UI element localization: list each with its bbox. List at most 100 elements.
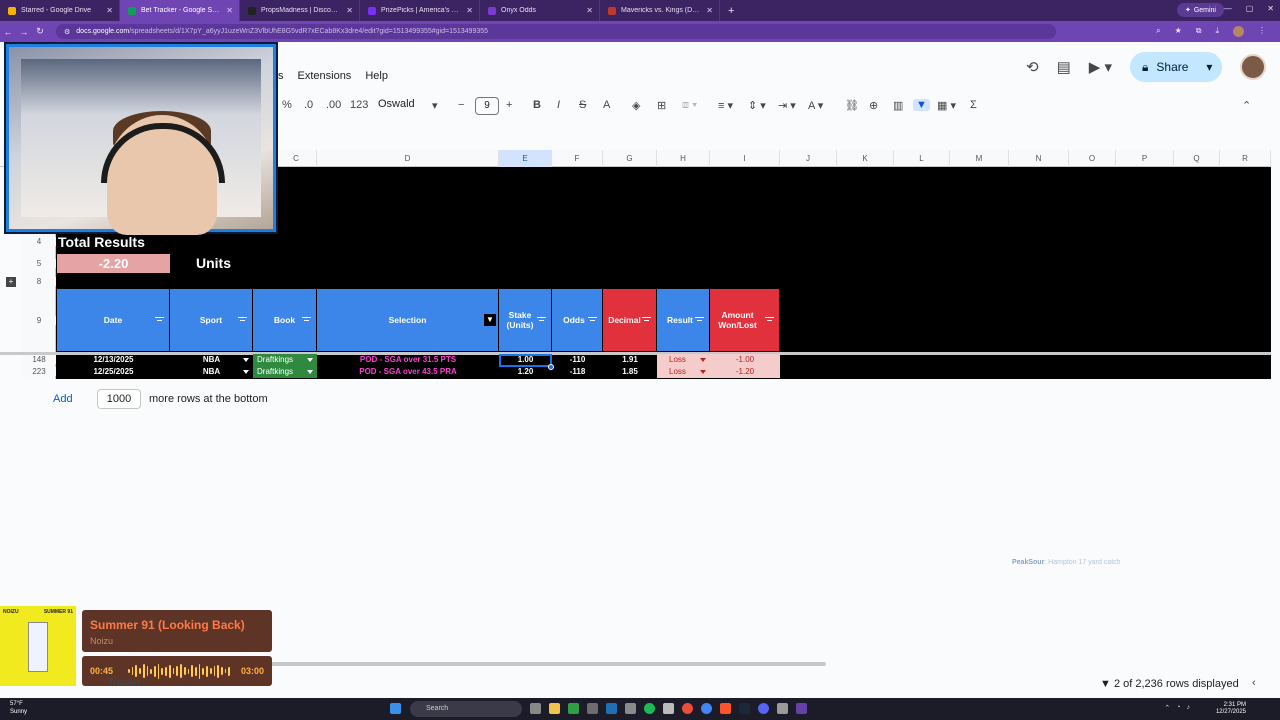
maximize-icon[interactable]: ▢ — [1246, 4, 1254, 13]
column-header-p[interactable]: P — [1116, 150, 1174, 167]
filter-icon[interactable] — [238, 317, 247, 323]
app-icon[interactable] — [587, 703, 598, 714]
strikethrough-icon[interactable]: S — [579, 99, 586, 111]
stake-cell[interactable]: 1.20 — [499, 366, 552, 378]
app-icon[interactable] — [777, 703, 788, 714]
header-amount[interactable]: Amount Won/Lost — [710, 289, 780, 351]
column-header-k[interactable]: K — [837, 150, 894, 167]
filter-icon[interactable] — [765, 317, 774, 323]
dropdown-arrow-icon[interactable] — [307, 358, 313, 362]
add-rows-button[interactable]: Add — [53, 393, 89, 405]
start-icon[interactable] — [390, 703, 401, 714]
percent-format-button[interactable]: % — [282, 99, 292, 111]
text-color-icon[interactable]: A — [603, 99, 610, 111]
add-rows-count-input[interactable]: 1000 — [97, 389, 141, 409]
column-header-q[interactable]: Q — [1174, 150, 1220, 167]
selection-cell[interactable]: POD - SGA over 31.5 PTS — [317, 354, 499, 366]
more-menu-icon[interactable]: ⋮ — [1258, 26, 1266, 37]
header-date[interactable]: Date — [57, 289, 170, 351]
menu-item[interactable]: Help — [365, 70, 388, 82]
filter-icon[interactable] — [155, 317, 164, 323]
fill-handle[interactable] — [548, 364, 554, 370]
header-result[interactable]: Result — [657, 289, 710, 351]
share-dropdown-icon[interactable]: ▾ — [1206, 60, 1212, 74]
browser-tab[interactable]: Bet Tracker - Google Sheets ✕ — [120, 0, 240, 21]
column-header-l[interactable]: L — [894, 150, 950, 167]
italic-icon[interactable]: I — [557, 99, 560, 111]
column-header-m[interactable]: M — [950, 150, 1009, 167]
filter-icon[interactable] — [302, 317, 311, 323]
url-field[interactable]: ⚙ docs.google.com/spreadsheets/d/1X7pY_a… — [56, 24, 1056, 39]
tray-expand-icon[interactable]: ⌃ — [1164, 704, 1170, 712]
row-number-9[interactable]: 9 — [22, 316, 56, 325]
user-avatar[interactable] — [1240, 54, 1266, 80]
filter-icon[interactable] — [695, 317, 704, 323]
new-tab-button[interactable]: + — [720, 5, 742, 17]
row-number-4[interactable]: 4 — [22, 237, 56, 246]
header-odds[interactable]: Odds — [552, 289, 603, 351]
app-icon[interactable] — [663, 703, 674, 714]
browser-tab[interactable]: Onyx Odds ✕ — [480, 0, 600, 21]
menu-item[interactable]: s — [278, 70, 284, 82]
site-info-icon[interactable]: ⚙ — [64, 28, 70, 36]
tab-close-icon[interactable]: ✕ — [106, 6, 113, 15]
more-formats-button[interactable]: 123 — [350, 99, 368, 111]
tab-close-icon[interactable]: ✕ — [346, 6, 353, 15]
menu-item[interactable]: Extensions — [298, 70, 352, 82]
borders-icon[interactable]: ⊞ — [657, 99, 666, 112]
column-header-n[interactable]: N — [1009, 150, 1069, 167]
taskbar-clock[interactable]: 2:31 PM 12/27/2025 — [1216, 702, 1246, 716]
row-number-5[interactable]: 5 — [22, 259, 56, 268]
result-cell[interactable]: Loss — [657, 354, 710, 366]
chrome-icon[interactable] — [701, 703, 712, 714]
tab-close-icon[interactable]: ✕ — [466, 6, 473, 15]
sport-cell[interactable]: NBA — [170, 354, 253, 366]
horizontal-align-icon[interactable]: ≡ ▾ — [718, 99, 733, 112]
column-header-o[interactable]: O — [1069, 150, 1116, 167]
reload-icon[interactable]: ↻ — [32, 26, 48, 37]
meet-icon[interactable]: ▶ ▾ — [1089, 58, 1112, 76]
bold-icon[interactable]: B — [533, 99, 541, 111]
header-sport[interactable]: Sport — [170, 289, 253, 351]
filter-icon[interactable] — [537, 317, 546, 323]
tab-close-icon[interactable]: ✕ — [706, 6, 713, 15]
volume-icon[interactable]: ♪ — [1187, 704, 1191, 712]
fill-color-icon[interactable]: ◈ — [632, 99, 640, 112]
insert-comment-icon[interactable]: ⊕ — [869, 99, 878, 112]
total-units-value[interactable]: -2.20 — [57, 254, 170, 273]
column-header-d[interactable]: D — [317, 150, 499, 167]
result-cell[interactable]: Loss — [657, 366, 710, 378]
obs-icon[interactable] — [682, 703, 693, 714]
file-explorer-icon[interactable] — [549, 703, 560, 714]
spotify-icon[interactable] — [644, 703, 655, 714]
version-history-icon[interactable]: ⟲ — [1026, 58, 1039, 76]
increase-decimal-button[interactable]: .00 — [326, 99, 341, 111]
filter-icon[interactable]: ▼ — [913, 99, 930, 111]
back-icon[interactable]: ← — [0, 27, 16, 37]
column-header-f[interactable]: F — [552, 150, 603, 167]
date-cell[interactable]: 12/13/2025 — [57, 354, 170, 366]
vertical-align-icon[interactable]: ⇕ ▾ — [748, 99, 766, 112]
browser-tab[interactable]: Starred - Google Drive ✕ — [0, 0, 120, 21]
filter-icon[interactable] — [642, 317, 651, 323]
zoom-icon[interactable]: ⌕ — [1156, 26, 1160, 37]
odds-cell[interactable]: -118 — [552, 366, 603, 378]
column-header-j[interactable]: J — [780, 150, 837, 167]
forward-icon[interactable]: → — [16, 27, 32, 37]
sport-cell[interactable]: NBA — [170, 366, 253, 378]
wifi-icon[interactable]: ◔ — [1176, 704, 1180, 712]
tab-close-icon[interactable]: ✕ — [586, 6, 593, 15]
settings-icon[interactable] — [625, 703, 636, 714]
dropdown-arrow-icon[interactable] — [243, 370, 249, 374]
taskbar-search[interactable]: Search — [410, 701, 522, 717]
nvidia-icon[interactable] — [568, 703, 579, 714]
store-icon[interactable] — [606, 703, 617, 714]
dropdown-arrow-icon[interactable] — [243, 358, 249, 362]
bookmark-star-icon[interactable]: ★ — [1175, 26, 1182, 37]
amount-cell[interactable]: -1.00 — [710, 354, 780, 366]
column-header-i[interactable]: I — [710, 150, 780, 167]
insert-chart-icon[interactable]: ▥ — [893, 99, 903, 112]
column-header-r[interactable]: R — [1220, 150, 1271, 167]
header-selection[interactable]: Selection ▼ — [317, 289, 499, 351]
close-icon[interactable]: ✕ — [1267, 4, 1274, 13]
